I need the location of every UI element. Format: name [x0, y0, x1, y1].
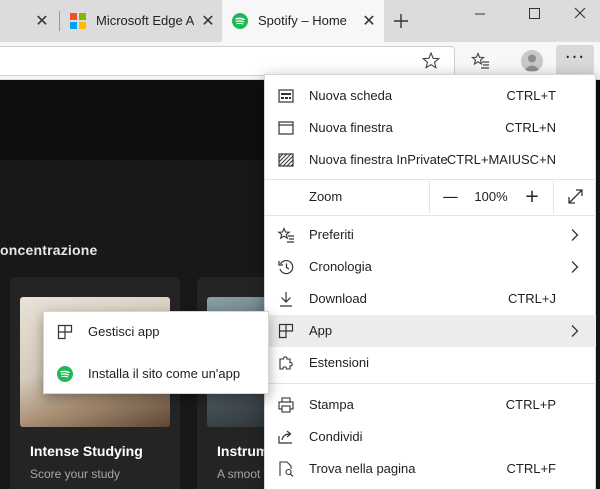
chevron-right-icon [571, 229, 579, 241]
tab-strip: ✕ Microsoft Edge Ac ✕ Spotify – Home ✕ [0, 0, 600, 42]
settings-menu: Nuova scheda CTRL+T Nuova finestra CTRL+… [264, 74, 596, 489]
submenu-item-label: Installa il sito come un'app [88, 366, 241, 381]
menu-item-history[interactable]: Cronologia [265, 251, 596, 283]
apps-icon [57, 324, 73, 340]
favorite-star-icon[interactable] [420, 50, 442, 72]
menu-item-label: Estensioni [309, 355, 369, 370]
playlist-title: Instrum [217, 443, 269, 459]
menu-item-new-window[interactable]: Nuova finestra CTRL+N [265, 112, 596, 144]
menu-item-label: Preferiti [309, 227, 354, 242]
favorites-collection-icon[interactable] [470, 50, 492, 72]
fullscreen-button[interactable] [553, 181, 596, 213]
playlist-subtitle: Score your study [30, 467, 121, 481]
apps-icon [278, 323, 294, 339]
playlist-subtitle: A smoot [217, 467, 261, 481]
share-icon [278, 430, 292, 444]
menu-item-label: Stampa [309, 397, 354, 412]
submenu-item-manage-apps[interactable]: Gestisci app [44, 316, 269, 348]
menu-item-shortcut: CTRL+N [505, 120, 556, 135]
chevron-right-icon [571, 261, 579, 273]
menu-item-new-inprivate-window[interactable]: Nuova finestra InPrivate CTRL+MAIUSC+N [265, 144, 596, 176]
menu-item-label: Trova nella pagina [309, 461, 416, 476]
menu-item-label: Nuova scheda [309, 88, 393, 103]
menu-item-label: Condividi [309, 429, 363, 444]
favorites-icon [277, 227, 294, 243]
minimize-icon[interactable] [466, 4, 494, 24]
menu-item-label: App [309, 323, 333, 338]
menu-divider [265, 383, 596, 384]
submenu-item-install-site[interactable]: Installa il sito come un'app [44, 358, 269, 390]
new-tab-plus-icon[interactable] [390, 10, 412, 32]
menu-item-label: Cronologia [309, 259, 372, 274]
tab-microsoft-edge[interactable]: Microsoft Edge Ac ✕ [60, 0, 220, 42]
tab-title: Spotify – Home [258, 13, 347, 28]
chevron-right-icon [571, 325, 579, 337]
menu-item-label: Nuova finestra InPrivate [309, 152, 448, 167]
menu-divider [265, 179, 596, 180]
menu-item-shortcut: CTRL+MAIUSC+N [446, 152, 556, 167]
avatar-icon [524, 54, 540, 71]
menu-item-zoom: Zoom — 100% + [265, 181, 596, 213]
inprivate-icon [278, 153, 294, 167]
menu-item-extensions[interactable]: Estensioni [265, 347, 596, 379]
zoom-label: Zoom [309, 189, 343, 204]
menu-item-label: Download [309, 291, 367, 306]
menu-item-shortcut: CTRL+F [506, 461, 556, 476]
tab-previous[interactable]: ✕ [0, 0, 60, 42]
menu-item-share[interactable]: Condividi [265, 421, 596, 453]
address-bar[interactable] [0, 46, 455, 76]
tab-close-button[interactable]: ✕ [199, 12, 217, 30]
profile-avatar[interactable] [521, 50, 543, 72]
menu-item-find-in-page[interactable]: Trova nella pagina CTRL+F [265, 453, 596, 485]
tab-close-button[interactable]: ✕ [360, 12, 378, 30]
menu-item-downloads[interactable]: Download CTRL+J [265, 283, 596, 315]
maximize-icon[interactable] [520, 4, 548, 24]
tab-close-button[interactable]: ✕ [33, 12, 51, 30]
zoom-in-button[interactable]: + [511, 181, 553, 213]
section-title: oncentrazione [0, 242, 98, 258]
menu-item-shortcut: CTRL+J [507, 291, 556, 306]
new-tab-icon [278, 89, 294, 103]
menu-item-favorites[interactable]: Preferiti [265, 219, 596, 251]
zoom-out-button[interactable]: — [429, 181, 471, 213]
extensions-puzzle-icon [279, 356, 293, 370]
spotify-favicon-icon [232, 13, 248, 29]
menu-item-apps[interactable]: App [265, 315, 596, 347]
menu-item-shortcut: CTRL+P [505, 397, 556, 412]
microsoft-logo-icon [70, 13, 86, 29]
history-icon [278, 260, 294, 275]
menu-item-label: Nuova finestra [309, 120, 393, 135]
submenu-item-label: Gestisci app [88, 324, 160, 339]
fullscreen-icon [568, 189, 583, 204]
menu-divider [265, 215, 596, 216]
tab-title: Microsoft Edge Ac [96, 13, 194, 28]
settings-more-button[interactable]: ··· [556, 45, 594, 77]
find-in-page-icon [279, 461, 294, 477]
close-window-icon[interactable] [566, 4, 594, 24]
menu-item-new-tab[interactable]: Nuova scheda CTRL+T [265, 80, 596, 112]
menu-item-print[interactable]: Stampa CTRL+P [265, 389, 596, 421]
menu-item-shortcut: CTRL+T [506, 88, 556, 103]
apps-submenu: Gestisci app Installa il sito come un'ap… [43, 311, 269, 394]
playlist-title: Intense Studying [30, 443, 143, 459]
zoom-level: 100% [474, 189, 508, 204]
new-window-icon [278, 121, 294, 135]
print-icon [278, 397, 294, 413]
spotify-icon [57, 366, 73, 382]
download-icon [280, 292, 292, 307]
